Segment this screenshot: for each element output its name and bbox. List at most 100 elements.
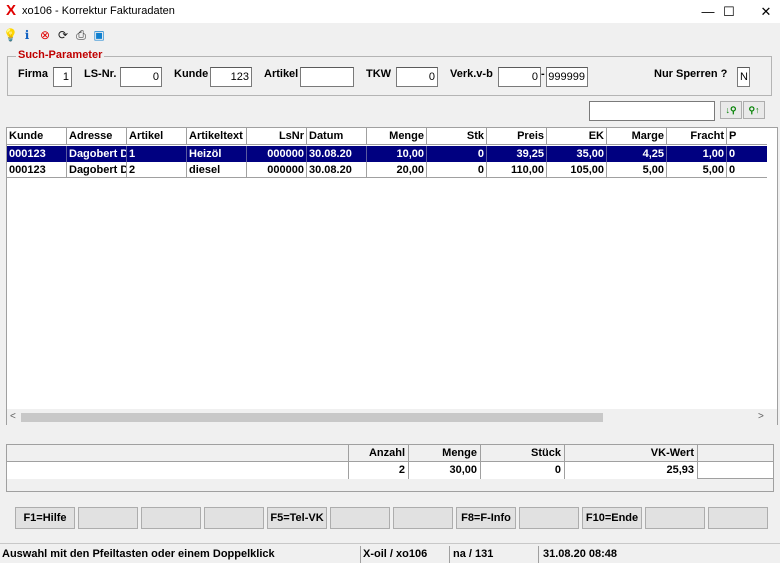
binoculars-down-icon: ↓⚲ bbox=[725, 105, 737, 115]
cell-p: 0 bbox=[727, 146, 767, 162]
column-header-fracht[interactable]: Fracht bbox=[667, 128, 727, 145]
summary-panel: Anzahl Menge Stück VK-Wert 2 30,00 0 25,… bbox=[6, 444, 774, 492]
binoculars-up-icon: ⚲↑ bbox=[748, 105, 760, 115]
table-row[interactable]: 000123 Dagobert D 2 diesel 000000 30.08.… bbox=[7, 162, 767, 178]
table-row[interactable]: 000123 Dagobert D 1 Heizöl 000000 30.08.… bbox=[7, 146, 767, 162]
column-header-ek[interactable]: EK bbox=[547, 128, 607, 145]
f2-button[interactable] bbox=[78, 507, 138, 529]
status-divider bbox=[449, 546, 450, 563]
f6-button[interactable] bbox=[330, 507, 390, 529]
f10-end-button[interactable]: F10=Ende bbox=[582, 507, 642, 529]
artikel-field[interactable] bbox=[300, 67, 354, 87]
status-divider bbox=[360, 546, 361, 563]
cell-adresse: Dagobert D bbox=[69, 162, 127, 178]
find-next-button[interactable]: ↓⚲ bbox=[720, 101, 742, 119]
data-grid[interactable]: Kunde Adresse Artikel Artikeltext LsNr D… bbox=[6, 127, 778, 425]
sperren-field[interactable]: N bbox=[737, 67, 750, 87]
cell-lsnr: 000000 bbox=[247, 146, 307, 162]
column-header-marge[interactable]: Marge bbox=[607, 128, 667, 145]
cell-preis: 110,00 bbox=[487, 162, 547, 178]
column-header-kunde[interactable]: Kunde bbox=[7, 128, 67, 145]
column-header-menge[interactable]: Menge bbox=[367, 128, 427, 145]
cell-adresse: Dagobert D bbox=[67, 146, 127, 162]
search-parameters-title: Such-Parameter bbox=[16, 49, 105, 61]
f8-f-info-button[interactable]: F8=F-Info bbox=[456, 507, 516, 529]
scroll-left-icon[interactable]: < bbox=[10, 411, 16, 422]
summary-spacer bbox=[7, 462, 349, 479]
cell-kunde: 000123 bbox=[7, 146, 67, 162]
column-header-stk[interactable]: Stk bbox=[427, 128, 487, 145]
firma-label: Firma bbox=[18, 68, 48, 80]
column-header-artikeltext[interactable]: Artikeltext bbox=[187, 128, 247, 145]
cancel-icon[interactable]: ⊗ bbox=[38, 28, 52, 42]
lightbulb-icon[interactable]: 💡 bbox=[3, 28, 18, 42]
cell-artikeltext: diesel bbox=[187, 162, 247, 178]
status-divider bbox=[538, 546, 539, 563]
verk-separator: - bbox=[541, 68, 545, 80]
lsnr-field[interactable]: 0 bbox=[120, 67, 162, 87]
f9-button[interactable] bbox=[519, 507, 579, 529]
f7-button[interactable] bbox=[393, 507, 453, 529]
status-message: Auswahl mit den Pfeiltasten oder einem D… bbox=[2, 548, 275, 560]
kunde-label: Kunde bbox=[174, 68, 209, 80]
summary-header-menge: Menge bbox=[409, 445, 481, 462]
column-header-lsnr[interactable]: LsNr bbox=[247, 128, 307, 145]
summary-vkwert-value: 25,93 bbox=[565, 462, 698, 479]
f11-button[interactable] bbox=[645, 507, 705, 529]
app-logo-icon: X bbox=[6, 2, 17, 19]
tkw-label: TKW bbox=[366, 68, 392, 80]
cell-artikel: 2 bbox=[127, 162, 187, 178]
horizontal-scrollbar[interactable]: < > bbox=[7, 409, 777, 425]
column-header-artikel[interactable]: Artikel bbox=[127, 128, 187, 145]
column-header-datum[interactable]: Datum bbox=[307, 128, 367, 145]
verk-to-field[interactable]: 999999 bbox=[546, 67, 588, 87]
cell-stk: 0 bbox=[427, 162, 487, 178]
summary-spacer bbox=[7, 445, 349, 462]
sperren-label: Nur Sperren ? bbox=[654, 68, 728, 80]
f1-help-button[interactable]: F1=Hilfe bbox=[15, 507, 75, 529]
verk-from-field[interactable]: 0 bbox=[498, 67, 541, 87]
cell-preis: 39,25 bbox=[487, 146, 547, 162]
scroll-right-icon[interactable]: > bbox=[758, 411, 764, 422]
scrollbar-thumb[interactable] bbox=[21, 413, 603, 422]
status-position: na / 131 bbox=[453, 548, 494, 560]
column-header-preis[interactable]: Preis bbox=[487, 128, 547, 145]
cell-menge: 20,00 bbox=[367, 162, 427, 178]
search-input[interactable] bbox=[589, 101, 715, 121]
cell-artikel: 1 bbox=[127, 146, 187, 162]
cell-artikeltext: Heizöl bbox=[187, 146, 247, 162]
summary-header-vkwert: VK-Wert bbox=[565, 445, 698, 462]
firma-field[interactable]: 1 bbox=[53, 67, 72, 87]
cell-menge: 10,00 bbox=[367, 146, 427, 162]
cell-p: 0 bbox=[729, 164, 736, 176]
title-bar: X xo106 - Korrektur Fakturadaten — ☐ ✕ bbox=[0, 0, 780, 23]
summary-menge-value: 30,00 bbox=[409, 462, 481, 479]
cell-marge: 5,00 bbox=[607, 162, 667, 178]
summary-anzahl-value: 2 bbox=[349, 462, 409, 479]
cell-stk: 0 bbox=[427, 146, 487, 162]
f3-button[interactable] bbox=[141, 507, 201, 529]
column-header-p[interactable]: P bbox=[727, 128, 767, 145]
find-prev-button[interactable]: ⚲↑ bbox=[743, 101, 765, 119]
lsnr-label: LS-Nr. bbox=[84, 68, 117, 80]
maximize-button[interactable]: ☐ bbox=[711, 0, 747, 23]
tkw-field[interactable]: 0 bbox=[396, 67, 438, 87]
toolbar bbox=[0, 25, 780, 45]
calculator-icon[interactable]: ▣ bbox=[92, 28, 106, 42]
close-button[interactable]: ✕ bbox=[748, 0, 780, 23]
f5-tel-vk-button[interactable]: F5=Tel-VK bbox=[267, 507, 327, 529]
column-header-adresse[interactable]: Adresse bbox=[67, 128, 127, 145]
refresh-icon[interactable]: ⟳ bbox=[56, 28, 70, 42]
status-datetime: 31.08.20 08:48 bbox=[543, 548, 618, 560]
summary-stueck-value: 0 bbox=[481, 462, 565, 479]
f12-button[interactable] bbox=[708, 507, 768, 529]
summary-header-stueck: Stück bbox=[481, 445, 565, 462]
status-program: X-oil / xo106 bbox=[363, 548, 428, 560]
cell-fracht: 1,00 bbox=[667, 146, 727, 162]
print-icon[interactable]: ⎙ bbox=[74, 28, 88, 42]
verk-label: Verk.v-b bbox=[450, 68, 493, 80]
info-icon[interactable]: ℹ bbox=[20, 28, 34, 42]
window-title: xo106 - Korrektur Fakturadaten bbox=[22, 5, 175, 17]
kunde-field[interactable]: 123 bbox=[210, 67, 252, 87]
f4-button[interactable] bbox=[204, 507, 264, 529]
